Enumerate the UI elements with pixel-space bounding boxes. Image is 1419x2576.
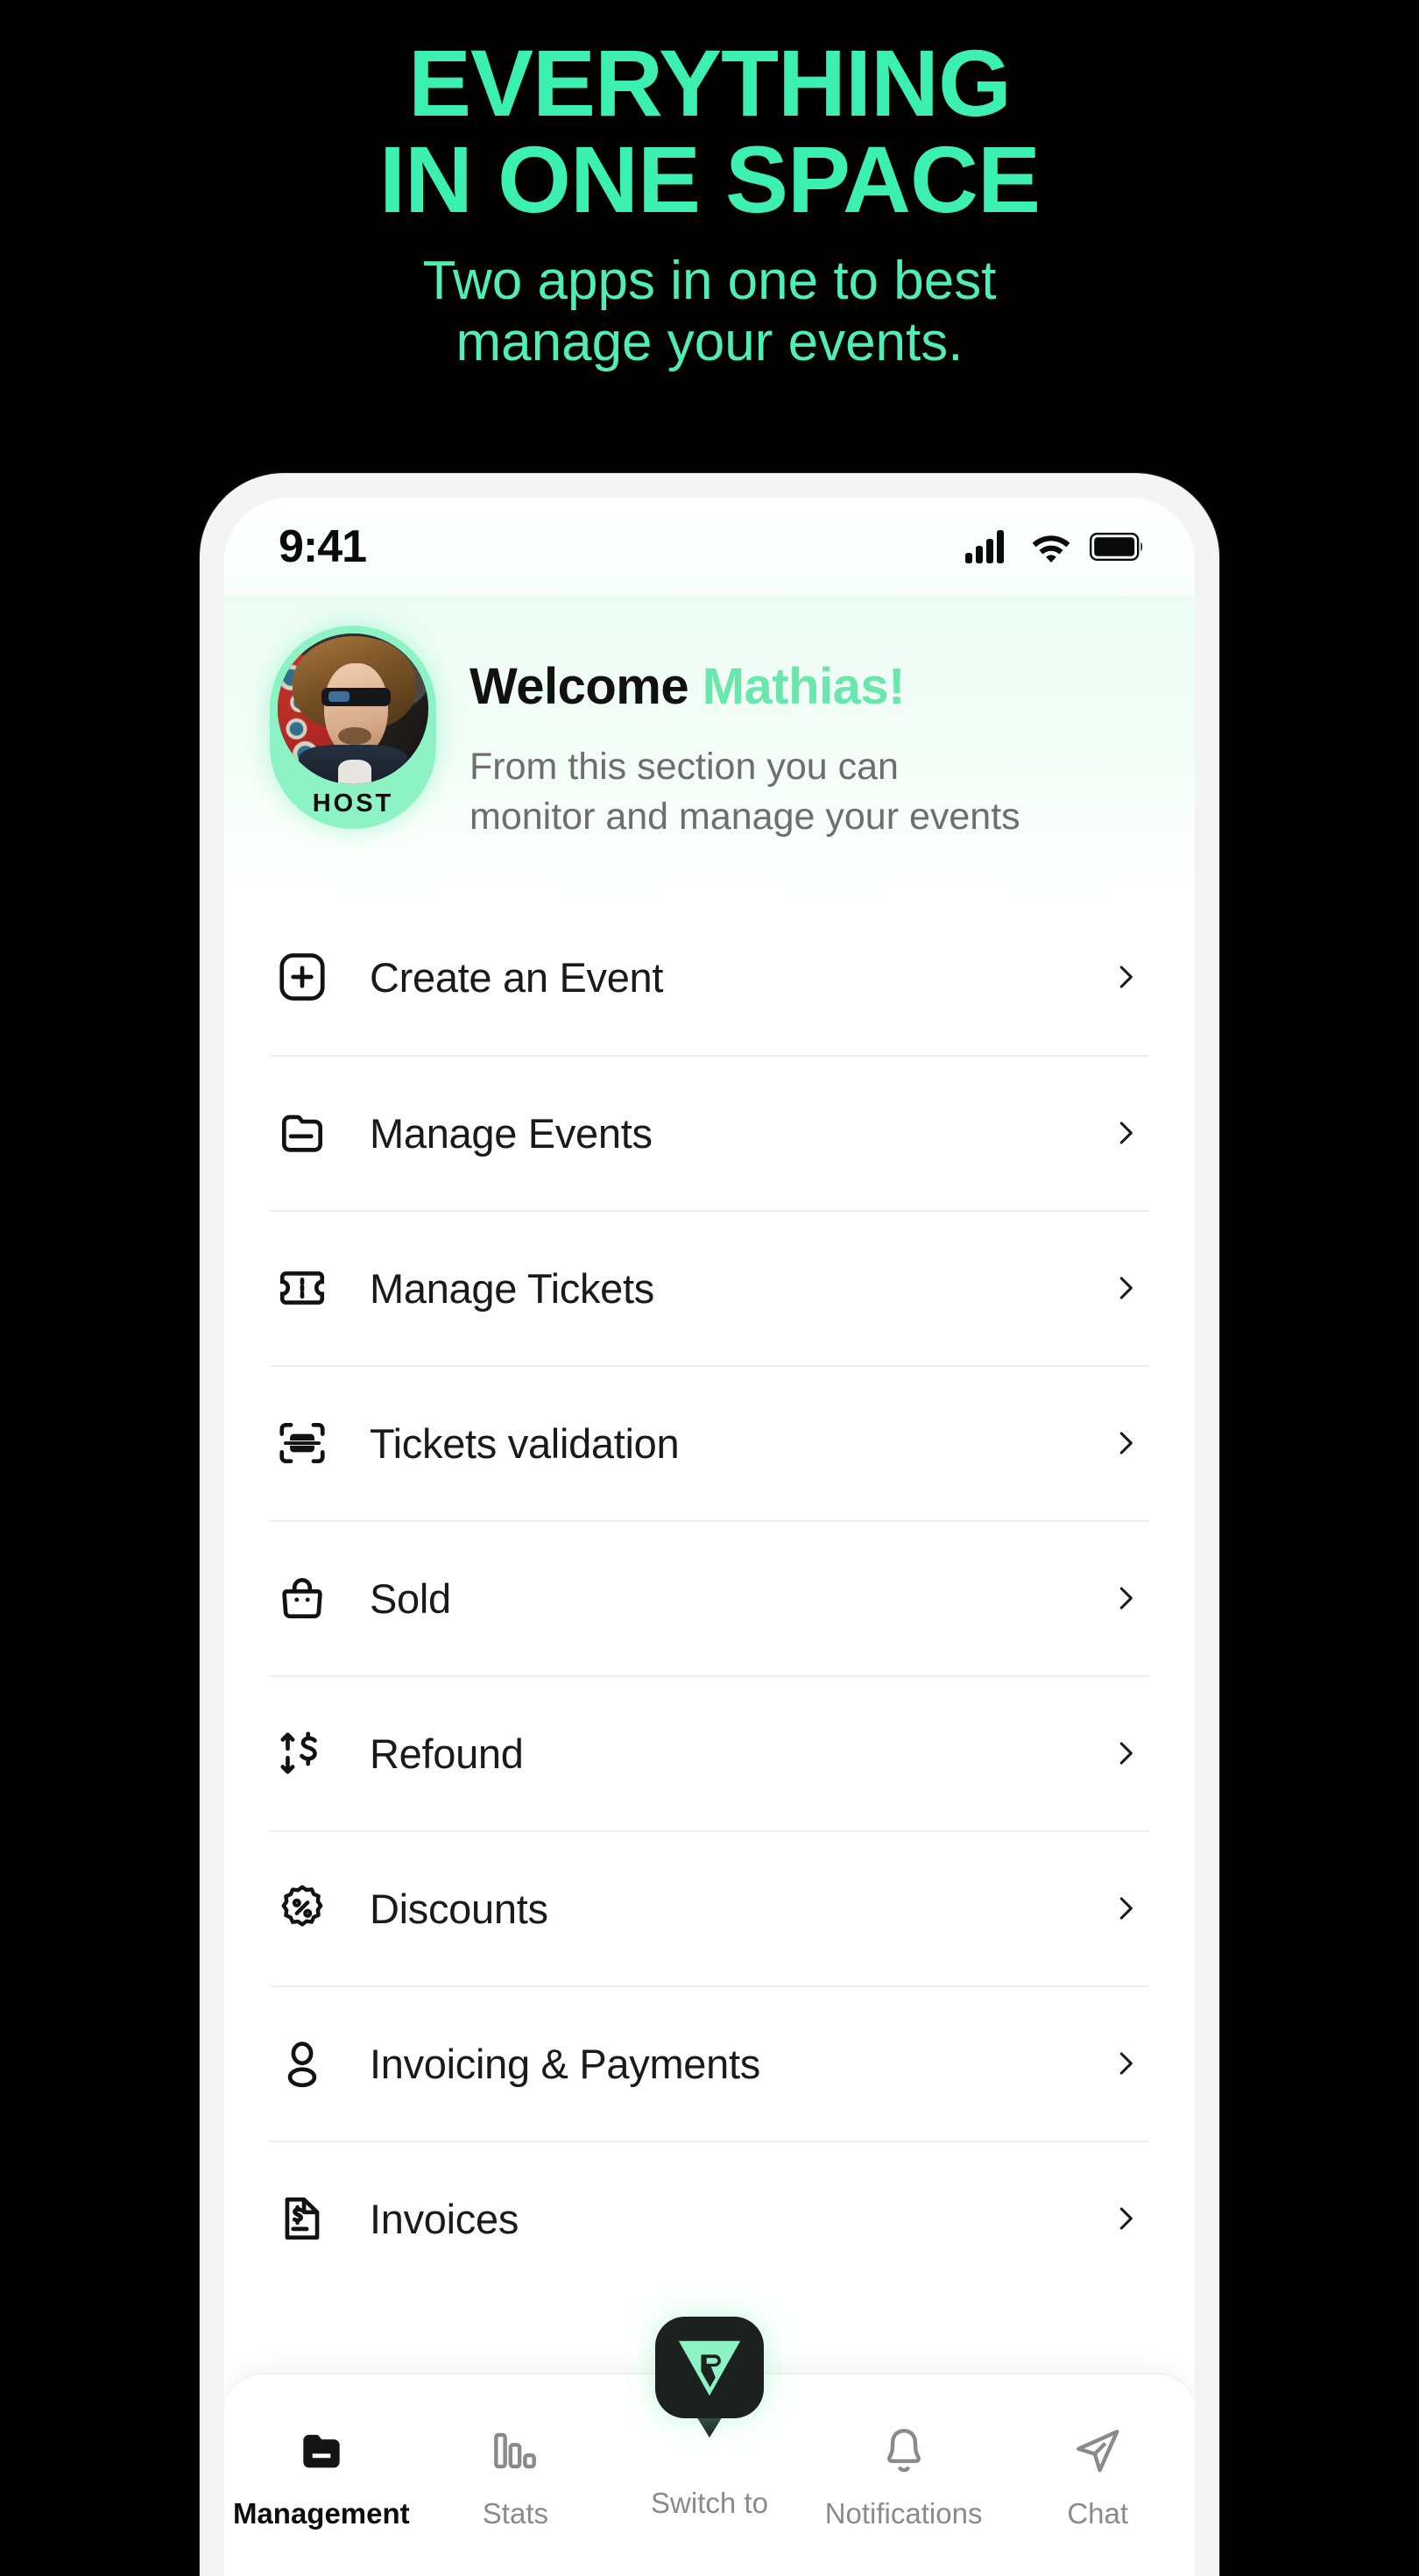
tab-stats[interactable]: Stats xyxy=(419,2420,613,2530)
welcome-description: From this section you can monitor and ma… xyxy=(469,742,1160,842)
chevron-right-icon[interactable] xyxy=(1107,1582,1142,1615)
tab-notifications[interactable]: Notifications xyxy=(807,2420,1001,2530)
menu-item-manage-tickets[interactable]: Manage Tickets xyxy=(270,1209,1149,1365)
ticket-icon xyxy=(270,1261,335,1315)
tab-management[interactable]: Management xyxy=(224,2420,419,2530)
phone-screen: 9:41 HOST Welcome Mathias! From this sec… xyxy=(224,498,1195,2576)
tab-label: Management xyxy=(232,2497,410,2530)
promo-subtitle: Two apps in one to best manage your even… xyxy=(0,251,1419,372)
tab-label: Chat xyxy=(1067,2497,1129,2530)
promo-title-line2: IN ONE SPACE xyxy=(378,126,1041,233)
status-bar-time: 9:41 xyxy=(279,521,367,572)
document-dollar-icon xyxy=(270,2191,335,2246)
shopping-bag-icon xyxy=(270,1571,335,1625)
transfer-dollar-icon xyxy=(270,1726,335,1780)
menu-item-label: Create an Event xyxy=(370,953,664,1001)
avatar xyxy=(278,633,428,784)
welcome-user-name: Mathias! xyxy=(702,658,906,715)
welcome-text: Welcome Mathias! From this section you c… xyxy=(469,626,1160,842)
phone-bezel: 9:41 HOST Welcome Mathias! From this sec… xyxy=(200,473,1219,2576)
menu-item-label: Invoices xyxy=(370,2195,519,2242)
menu-item-manage-events[interactable]: Manage Events xyxy=(270,1054,1149,1210)
menu-item-label: Manage Events xyxy=(370,1109,653,1157)
user-icon xyxy=(270,2036,335,2091)
promo-header: EVERYTHING IN ONE SPACE Two apps in one … xyxy=(0,0,1419,372)
promo-title-line1: EVERYTHING xyxy=(407,30,1012,136)
chevron-right-icon[interactable] xyxy=(1107,2047,1142,2080)
battery-icon xyxy=(1090,533,1143,561)
menu-item-label: Tickets validation xyxy=(370,1419,680,1467)
menu-item-label: Manage Tickets xyxy=(370,1264,654,1312)
bar-chart-icon xyxy=(488,2420,542,2481)
phone-mockup: 9:41 HOST Welcome Mathias! From this sec… xyxy=(200,473,1219,2576)
menu-list: Create an Event Manage Events Manage Tic… xyxy=(224,899,1195,2296)
tab-label: Switch to xyxy=(651,2487,768,2519)
menu-item-label: Refound xyxy=(370,1730,524,1777)
menu-item-label: Invoicing & Payments xyxy=(370,2040,760,2087)
folder-minus-icon xyxy=(294,2420,349,2481)
welcome-description-line1: From this section you can xyxy=(469,746,899,788)
tab-label: Notifications xyxy=(824,2497,983,2530)
menu-item-invoices[interactable]: Invoices xyxy=(270,2140,1149,2296)
chevron-right-icon[interactable] xyxy=(1107,1271,1142,1305)
promo-subtitle-line1: Two apps in one to best xyxy=(422,251,997,312)
menu-item-discounts[interactable]: Discounts xyxy=(270,1829,1149,1985)
chevron-right-icon[interactable] xyxy=(1107,2202,1142,2235)
chevron-right-icon[interactable] xyxy=(1107,1737,1142,1770)
plus-square-icon xyxy=(270,950,335,1004)
chevron-right-icon[interactable] xyxy=(1107,1892,1142,1925)
chevron-right-icon[interactable] xyxy=(1107,960,1142,994)
menu-item-create-an-event[interactable]: Create an Event xyxy=(270,900,1149,1055)
folder-minus-icon xyxy=(270,1106,335,1160)
menu-item-label: Discounts xyxy=(370,1885,548,1932)
bottom-navigation: Management Stats Switch to Notifications… xyxy=(224,2317,1195,2576)
welcome-card: HOST Welcome Mathias! From this section … xyxy=(224,596,1195,900)
percent-badge-icon xyxy=(270,1881,335,1936)
welcome-description-line2: monitor and manage your events xyxy=(469,795,1020,838)
app-logo-icon xyxy=(678,2340,741,2396)
avatar-block: HOST xyxy=(270,626,436,829)
menu-item-sold[interactable]: Sold xyxy=(270,1519,1149,1675)
status-bar-icons xyxy=(965,530,1144,563)
menu-item-label: Sold xyxy=(370,1575,451,1622)
bell-icon xyxy=(877,2420,931,2481)
menu-item-refound[interactable]: Refound xyxy=(270,1674,1149,1830)
wifi-icon xyxy=(1032,535,1070,563)
tab-switch-to[interactable]: Switch to xyxy=(612,2317,807,2520)
send-paperplane-icon xyxy=(1070,2420,1125,2481)
welcome-heading: Welcome Mathias! xyxy=(469,657,1160,716)
avatar-ring: HOST xyxy=(270,626,436,829)
scan-ticket-icon xyxy=(270,1416,335,1470)
promo-title: EVERYTHING IN ONE SPACE xyxy=(0,34,1419,233)
promo-subtitle-line2: manage your events. xyxy=(455,311,964,372)
chevron-right-icon[interactable] xyxy=(1107,1426,1142,1460)
chevron-right-icon[interactable] xyxy=(1107,1116,1142,1150)
welcome-greeting: Welcome xyxy=(469,658,702,715)
status-bar: 9:41 xyxy=(224,498,1195,596)
menu-item-tickets-validation[interactable]: Tickets validation xyxy=(270,1364,1149,1520)
signal-bars-icon xyxy=(965,530,1004,563)
menu-item-invoicing-and-payments[interactable]: Invoicing & Payments xyxy=(270,1985,1149,2141)
tab-label: Stats xyxy=(482,2497,548,2530)
switch-app-fab[interactable] xyxy=(654,2317,764,2438)
host-badge: HOST xyxy=(312,789,394,817)
tab-chat[interactable]: Chat xyxy=(1000,2420,1195,2530)
